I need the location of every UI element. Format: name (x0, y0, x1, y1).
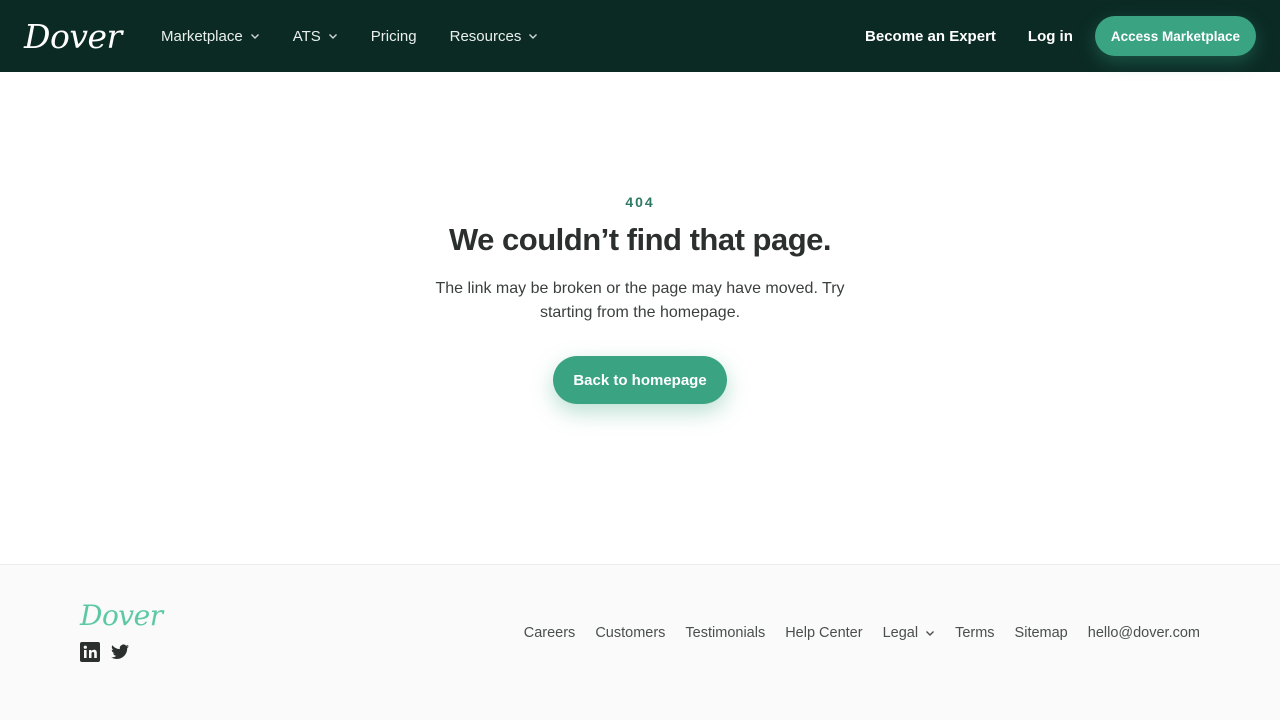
not-found-section: 404 We couldn’t find that page. The link… (0, 72, 1280, 564)
footer-link-customers[interactable]: Customers (595, 625, 665, 641)
chevron-down-icon (529, 34, 538, 39)
footer-link-terms[interactable]: Terms (955, 625, 994, 641)
chevron-down-icon (328, 34, 337, 39)
nav-marketplace-label: Marketplace (161, 27, 243, 45)
error-code: 404 (625, 194, 655, 210)
footer-link-legal-label: Legal (882, 625, 919, 641)
nav-actions: Become an Expert Log in Access Marketpla… (865, 0, 1256, 72)
top-navbar: Dover Marketplace ATS Pricing Resources … (0, 0, 1280, 72)
linkedin-icon[interactable] (80, 642, 100, 662)
back-to-homepage-button[interactable]: Back to homepage (553, 356, 727, 404)
footer-link-email[interactable]: hello@dover.com (1088, 625, 1200, 641)
footer: Dover Careers Customers Testimonials Hel… (0, 564, 1280, 720)
nav-pricing-label: Pricing (370, 27, 417, 45)
nav-marketplace[interactable]: Marketplace (161, 0, 260, 72)
main-nav: Marketplace ATS Pricing Resources (161, 0, 571, 72)
footer-link-sitemap[interactable]: Sitemap (1015, 625, 1068, 641)
footer-links: Careers Customers Testimonials Help Cent… (524, 625, 1200, 641)
nav-ats[interactable]: ATS (293, 0, 338, 72)
chevron-down-icon (926, 631, 935, 636)
dover-logo[interactable]: Dover (24, 14, 122, 58)
page-title: We couldn’t find that page. (448, 222, 832, 257)
footer-link-testimonials[interactable]: Testimonials (685, 625, 765, 641)
nav-ats-label: ATS (292, 27, 321, 45)
login-link[interactable]: Log in (1028, 28, 1073, 45)
become-expert-link[interactable]: Become an Expert (865, 28, 996, 45)
footer-logo[interactable]: Dover (80, 599, 163, 632)
access-marketplace-button[interactable]: Access Marketplace (1094, 16, 1256, 56)
nav-resources-label: Resources (449, 27, 522, 45)
error-description: The link may be broken or the page may h… (435, 280, 845, 321)
twitter-icon[interactable] (110, 642, 130, 662)
nav-pricing[interactable]: Pricing (371, 0, 417, 72)
social-links (80, 642, 140, 662)
footer-link-legal[interactable]: Legal (883, 625, 935, 641)
footer-link-help-center[interactable]: Help Center (785, 625, 862, 641)
chevron-down-icon (250, 34, 259, 39)
footer-link-careers[interactable]: Careers (524, 625, 576, 641)
nav-resources[interactable]: Resources (450, 0, 539, 72)
